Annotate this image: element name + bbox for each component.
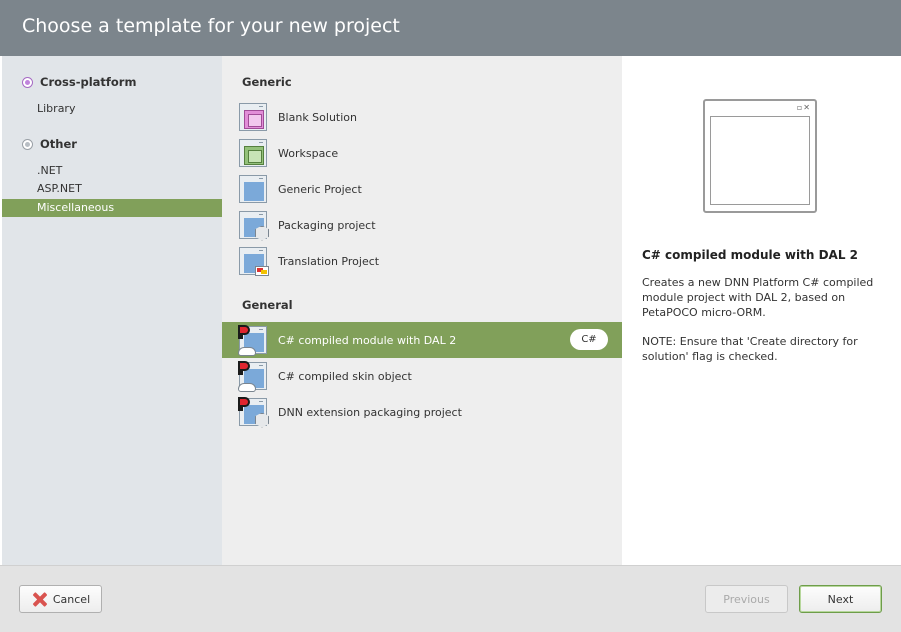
category-other: Other [22,134,77,154]
window-buttons-icon: ▫✕ [796,103,811,112]
details-description: Creates a new DNN Platform C# compiled m… [642,276,874,319]
template-details-panel: ▫✕ C# compiled module with DAL 2 Creates… [622,56,899,565]
template-list: Generic Blank Solution Workspace Generic… [222,56,622,565]
workspace-icon [238,138,269,169]
template-label: Packaging project [278,218,376,232]
template-dnn-extension-packaging[interactable]: DNN extension packaging project [222,394,622,430]
details-title: C# compiled module with DAL 2 [642,248,859,262]
cancel-button[interactable]: Cancel [19,585,102,613]
template-preview-image: ▫✕ [703,99,817,213]
sidebar-item-dotnet[interactable]: .NET [2,162,222,180]
template-blank-solution[interactable]: Blank Solution [222,99,622,135]
dnn-packaging-icon [238,396,269,428]
group-header-general: General [242,298,293,312]
category-cross-platform: Cross-platform [22,72,136,92]
cross-platform-icon [22,76,33,88]
other-icon [22,138,33,150]
details-note: NOTE: Ensure that 'Create directory for … [642,335,858,363]
template-label: C# compiled module with DAL 2 [278,333,457,347]
language-badge[interactable]: C# [570,329,608,350]
sidebar-item-library[interactable]: Library [2,100,222,118]
template-label: Translation Project [278,254,380,268]
group-header-generic: Generic [242,75,292,89]
template-csharp-module-dal2[interactable]: C# compiled module with DAL 2 C# [222,322,622,358]
template-workspace[interactable]: Workspace [222,135,622,171]
dialog-footer: Cancel Previous Next [0,565,901,632]
blank-solution-icon [238,102,269,133]
template-label: Workspace [278,146,339,160]
previous-button[interactable]: Previous [705,585,788,613]
packaging-project-icon [238,210,269,241]
sidebar-item-aspnet[interactable]: ASP.NET [2,180,222,198]
dnn-module-icon [238,324,269,356]
category-label: Other [40,137,77,151]
dnn-skin-icon [238,360,269,392]
template-translation-project[interactable]: Translation Project [222,243,622,279]
category-label: Cross-platform [40,75,137,89]
cancel-label: Cancel [52,592,91,606]
dialog-title: Choose a template for your new project [22,15,400,37]
sidebar-item-miscellaneous[interactable]: Miscellaneous [2,199,222,217]
template-packaging-project[interactable]: Packaging project [222,207,622,243]
template-label: DNN extension packaging project [278,405,462,419]
generic-project-icon [238,174,269,205]
template-label: Generic Project [278,182,362,196]
template-csharp-skin-object[interactable]: C# compiled skin object [222,358,622,394]
next-button[interactable]: Next [799,585,882,613]
template-generic-project[interactable]: Generic Project [222,171,622,207]
dialog-header: Choose a template for your new project [0,0,901,56]
category-sidebar: Cross-platform Library Other .NET ASP.NE… [2,56,222,565]
cancel-icon [31,591,48,608]
template-label: Blank Solution [278,110,357,124]
template-label: C# compiled skin object [278,369,412,383]
translation-project-icon [238,246,269,277]
